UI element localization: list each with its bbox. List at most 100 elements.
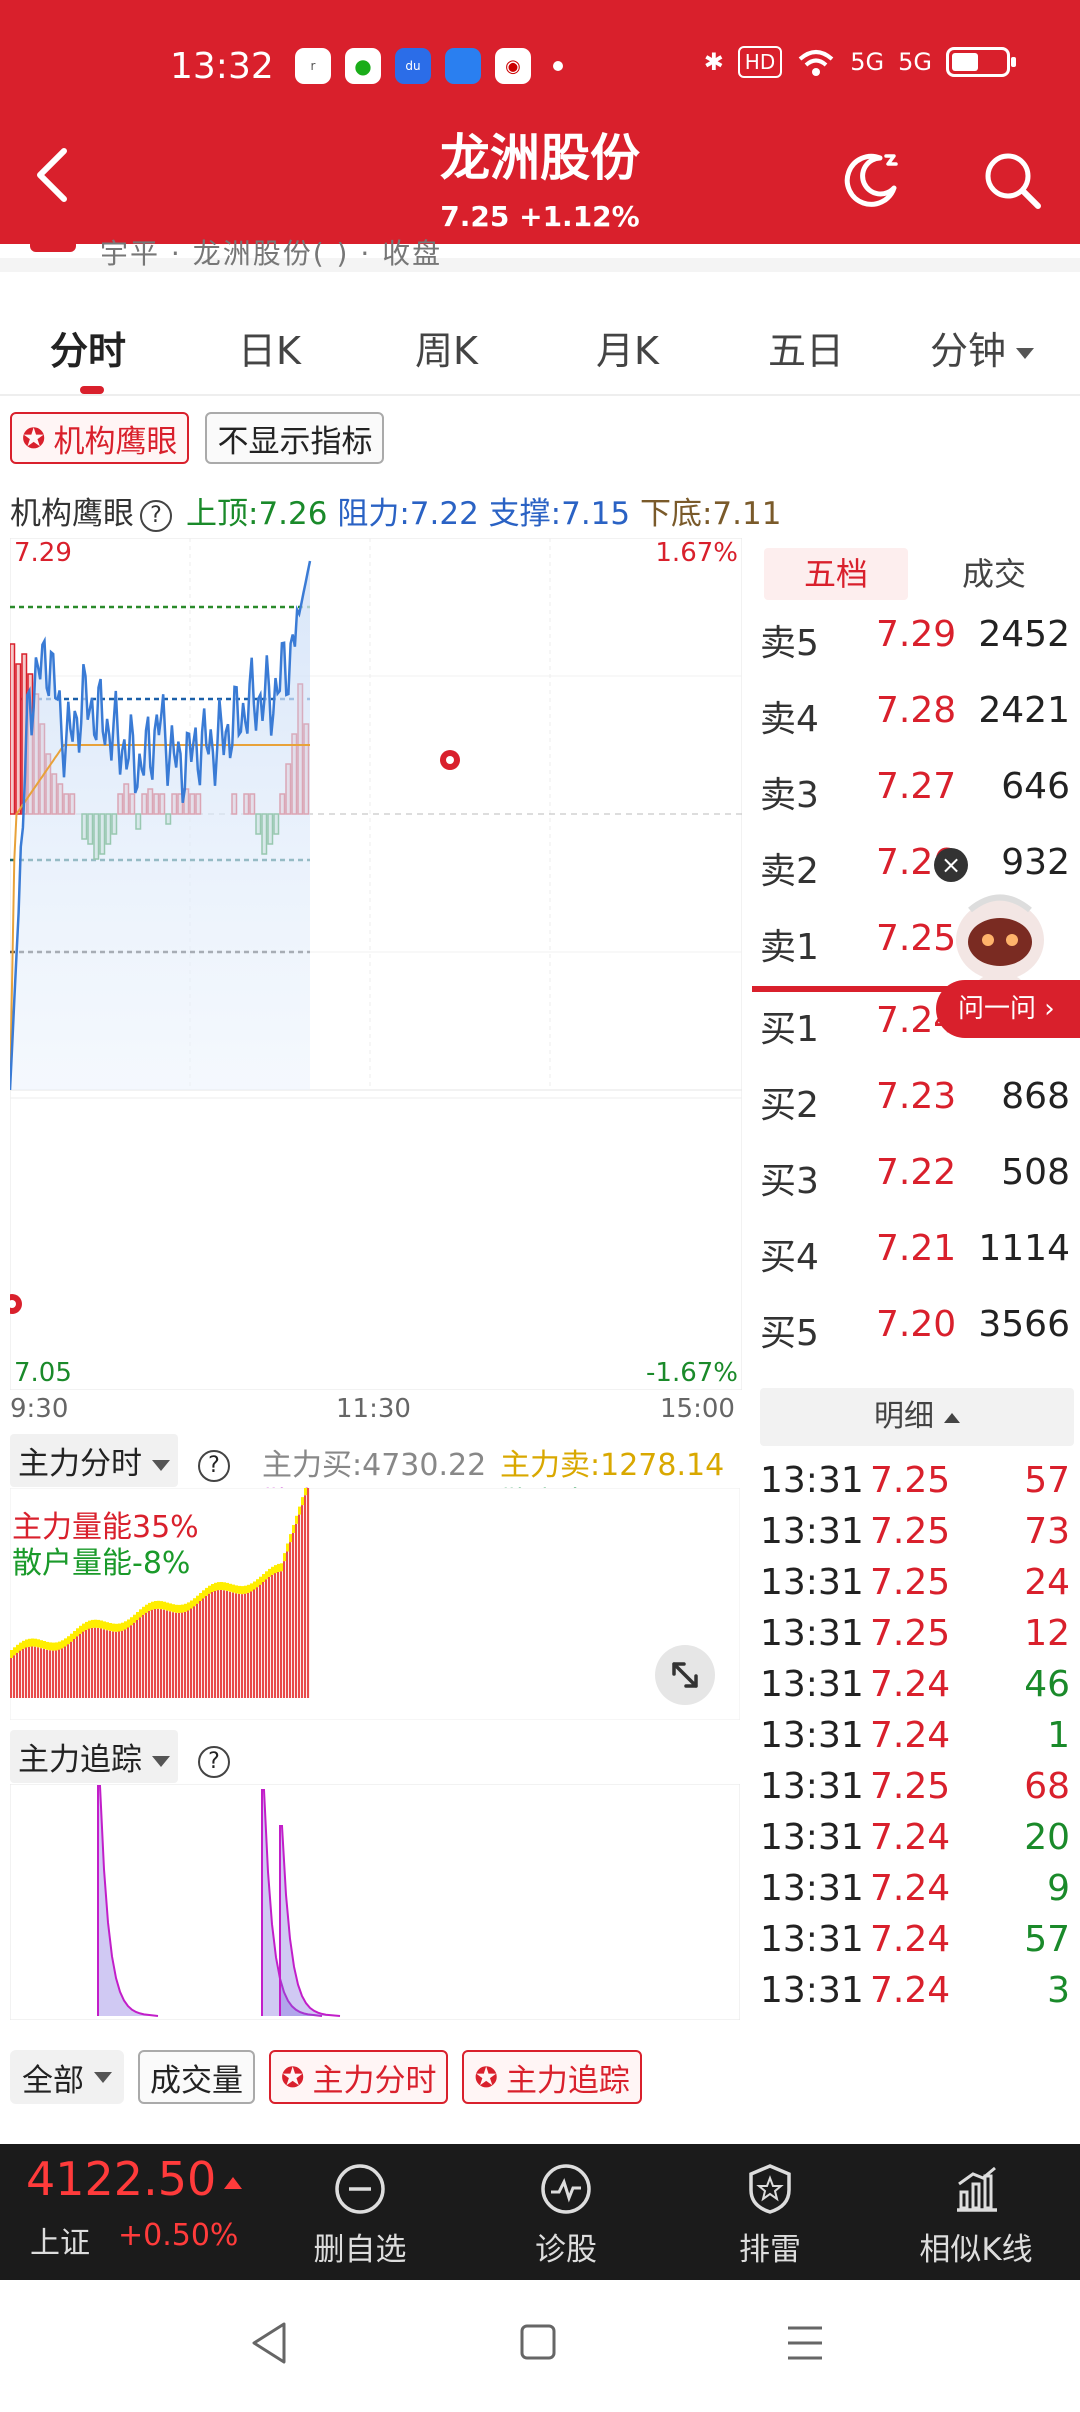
fund-level-bar xyxy=(82,1623,85,1632)
system-nav-bar xyxy=(0,2280,1080,2412)
fund-bar xyxy=(190,1608,193,1698)
fund-bar xyxy=(265,1579,268,1698)
flow-bar xyxy=(9,643,16,815)
tab-five-day[interactable]: 五日 xyxy=(768,320,844,375)
fund-level-bar xyxy=(25,1639,28,1648)
tracking-toggle[interactable]: ✪ 主力追踪 xyxy=(462,2050,642,2104)
trade-price: 7.24 xyxy=(870,1817,951,1858)
eagle-eye-levels: 机构鹰眼? 上顶:7.26 阻力:7.22 支撑:7.15 下底:7.11 xyxy=(10,488,781,533)
tracking-selector[interactable]: 主力追踪 xyxy=(10,1730,178,1783)
bid-price: 7.20 xyxy=(876,1304,957,1345)
bid-row: 买5 7.20 3566 xyxy=(760,1304,1080,1380)
y-axis-max: 7.29 xyxy=(14,538,72,568)
tab-five-levels[interactable]: 五档 xyxy=(764,548,908,600)
main-fund-selector[interactable]: 主力分时 xyxy=(10,1434,178,1487)
nav-menu-icon[interactable] xyxy=(784,2320,826,2366)
trade-row: 13:31 7.25 57 xyxy=(760,1460,1074,1511)
fund-bar xyxy=(22,1648,25,1698)
tab-weekly-k[interactable]: 周K xyxy=(415,320,478,375)
eagle-eye-button[interactable]: ✪ 机构鹰眼 xyxy=(10,412,190,464)
fund-bar xyxy=(46,1649,49,1698)
nav-back-icon[interactable] xyxy=(248,2320,290,2366)
fund-level-bar xyxy=(202,1590,205,1599)
intraday-chart[interactable]: 7.29 1.67% 7.05 -1.67% xyxy=(2,537,743,1391)
fund-bar xyxy=(253,1589,256,1698)
fund-bar xyxy=(184,1611,187,1698)
chevron-down-icon xyxy=(152,1756,170,1767)
fund-bar xyxy=(70,1641,73,1698)
similar-kline-button[interactable]: 相似K线 xyxy=(896,2162,1056,2269)
fund-level-bar xyxy=(175,1604,178,1613)
nav-home-icon[interactable] xyxy=(518,2320,558,2366)
fund-bar xyxy=(256,1587,259,1698)
index-value-wrap: 4122.50 xyxy=(26,2152,243,2206)
trade-volume: 73 xyxy=(1024,1511,1070,1552)
fund-bar xyxy=(268,1576,271,1698)
fund-level-bar xyxy=(61,1640,64,1649)
volume-toggle[interactable]: 成交量 xyxy=(138,2050,255,2104)
fund-level-bar xyxy=(286,1543,289,1552)
ask-row: 卖5 7.29 2452 xyxy=(760,614,1080,690)
fund-level-bar xyxy=(262,1574,265,1582)
fund-level-bar xyxy=(154,1601,157,1609)
fund-level-bar xyxy=(280,1563,283,1572)
main-fund-toggle[interactable]: ✪ 主力分时 xyxy=(269,2050,449,2104)
fund-level-bar xyxy=(166,1602,169,1611)
bid-row: 买2 7.23 868 xyxy=(760,1076,1080,1152)
flow-bar xyxy=(15,663,22,815)
expand-icon[interactable] xyxy=(654,1644,716,1706)
fund-level-bar xyxy=(268,1568,271,1577)
remove-watchlist-button[interactable]: 删自选 xyxy=(280,2162,440,2269)
fund-bar xyxy=(121,1630,124,1698)
fund-bar xyxy=(85,1629,88,1698)
close-icon[interactable]: × xyxy=(934,848,968,882)
trade-detail-label: 明细 xyxy=(874,1399,934,1434)
help-icon[interactable]: ? xyxy=(140,499,172,532)
tab-daily-k[interactable]: 日K xyxy=(238,320,301,375)
all-selector[interactable]: 全部 xyxy=(10,2050,124,2104)
level-resist: 阻力:7.22 xyxy=(337,496,479,532)
fund-level-bar xyxy=(28,1638,31,1647)
fund-bar xyxy=(124,1629,127,1698)
fund-level-bar xyxy=(130,1617,133,1626)
fund-level-bar xyxy=(64,1638,67,1647)
risk-check-button[interactable]: 排雷 xyxy=(690,2162,850,2269)
ask-label: 卖5 xyxy=(760,623,819,664)
minus-circle-icon xyxy=(335,2164,385,2214)
fund-level-bar xyxy=(88,1620,91,1629)
diagnose-button[interactable]: 诊股 xyxy=(486,2162,646,2269)
tab-monthly-k[interactable]: 月K xyxy=(596,320,659,375)
fund-bar xyxy=(13,1655,16,1698)
period-tabs: 分时 日K 周K 月K 五日 分钟 xyxy=(0,286,1080,396)
fund-bar xyxy=(37,1647,40,1698)
fund-level-bar xyxy=(46,1641,49,1650)
help-icon[interactable]: ? xyxy=(198,1745,230,1778)
fund-bar xyxy=(91,1627,94,1698)
trade-detail-toggle[interactable]: 明细 xyxy=(760,1388,1074,1446)
trade-time: 13:31 xyxy=(760,1868,864,1909)
fund-level-bar xyxy=(100,1620,103,1629)
fund-level-bar xyxy=(124,1621,127,1630)
remove-watchlist-label: 删自选 xyxy=(313,2232,407,2268)
fund-level-bar xyxy=(97,1619,100,1628)
night-mode-refresh-icon[interactable] xyxy=(840,148,904,212)
chevron-down-icon xyxy=(1016,348,1035,359)
fund-level-bar xyxy=(298,1506,301,1515)
fund-level-bar xyxy=(91,1619,94,1628)
tab-minute[interactable]: 分钟 xyxy=(930,320,1035,375)
trade-detail-list[interactable]: 13:31 7.25 57 13:31 7.25 73 13:31 7.25 24 13:31 7.… xyxy=(760,1460,1074,2010)
intraday-chart-svg xyxy=(2,537,743,1391)
hide-indicator-button[interactable]: 不显示指标 xyxy=(205,412,385,464)
tab-intraday[interactable]: 分时 xyxy=(50,320,126,375)
trade-row: 13:31 7.25 68 xyxy=(760,1766,1074,1817)
fund-bar xyxy=(283,1561,286,1698)
search-icon[interactable] xyxy=(980,148,1044,212)
fund-bar xyxy=(238,1593,241,1698)
ask-assistant-button[interactable]: 问一问 › xyxy=(936,980,1080,1038)
fund-bar xyxy=(109,1631,112,1698)
tab-trades[interactable]: 成交 xyxy=(922,548,1066,600)
fund-bar xyxy=(49,1650,52,1698)
fund-level-bar xyxy=(178,1604,181,1613)
fund-bar xyxy=(127,1627,130,1698)
help-icon[interactable]: ? xyxy=(198,1449,230,1482)
